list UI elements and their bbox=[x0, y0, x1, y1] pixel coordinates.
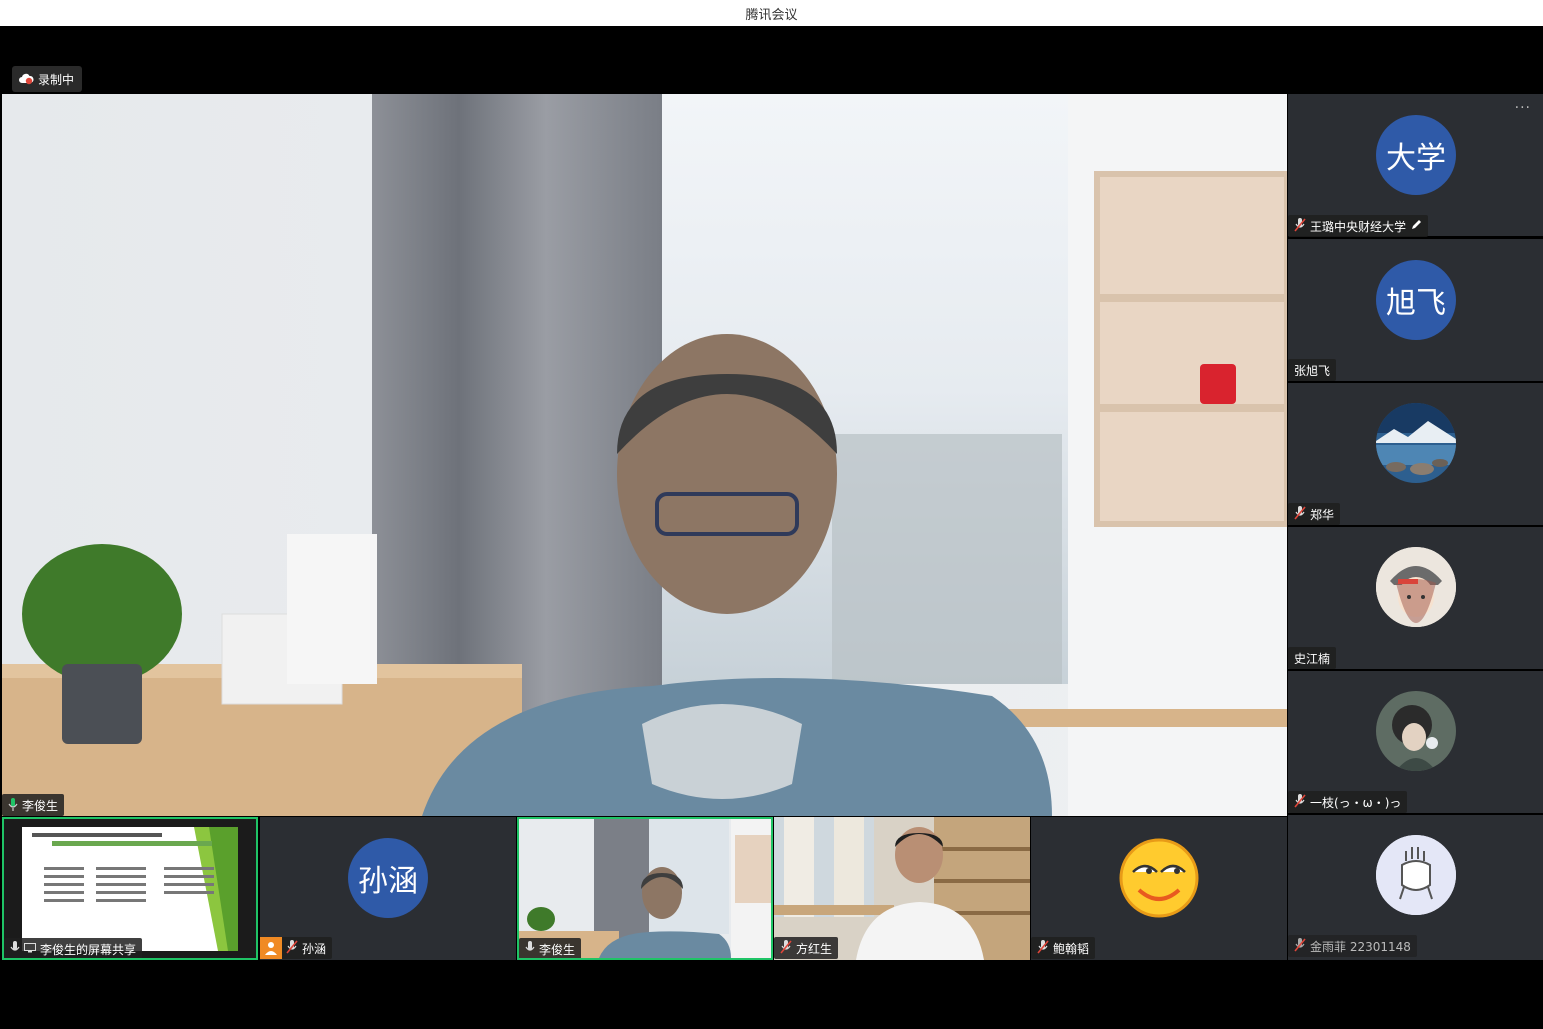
participant-name: 李俊生 bbox=[539, 942, 576, 957]
smirk-emoji-icon bbox=[1119, 838, 1199, 918]
main-speaker-video[interactable]: 李俊生 bbox=[2, 94, 1287, 816]
participant-tile[interactable]: 鲍翰韬 bbox=[1031, 817, 1287, 960]
participant-name: 张旭飞 bbox=[1294, 363, 1331, 378]
recording-badge[interactable]: 录制中 bbox=[12, 66, 83, 92]
mic-muted-icon bbox=[780, 939, 792, 957]
mic-muted-icon bbox=[1294, 217, 1306, 235]
mic-muted-icon bbox=[1294, 505, 1306, 523]
avatar-text: 旭飞 bbox=[1386, 286, 1446, 321]
participant-avatar: 旭飞 bbox=[1376, 260, 1456, 340]
window-title: 腾讯会议 bbox=[745, 8, 798, 23]
speaker-video-frame bbox=[2, 94, 1287, 816]
participant-name: 王璐中央财经大学 bbox=[1310, 219, 1407, 234]
recording-label: 录制中 bbox=[38, 72, 75, 87]
participant-tile[interactable]: 孙涵 孙涵 bbox=[260, 817, 516, 960]
participant-tile[interactable]: 李俊生 bbox=[517, 817, 773, 960]
mic-on-icon bbox=[525, 940, 535, 958]
participant-avatar bbox=[1376, 547, 1456, 627]
participant-name-tag: 郑华 bbox=[1288, 503, 1341, 525]
screen-share-tile[interactable]: 李俊生的屏幕共享 bbox=[2, 817, 258, 960]
participant-tile[interactable]: 旭飞 张旭飞 bbox=[1288, 239, 1543, 381]
participant-name: 郑华 bbox=[1310, 507, 1335, 522]
participant-name: 金雨菲 22301148 bbox=[1310, 939, 1411, 954]
participant-name: 史江楠 bbox=[1294, 651, 1331, 666]
participant-name: 鲍翰韬 bbox=[1053, 941, 1090, 956]
participant-name: 方红生 bbox=[796, 941, 833, 956]
portrait-photo-icon bbox=[1376, 691, 1456, 771]
participant-name-tag: 鲍翰韬 bbox=[1031, 937, 1096, 959]
participant-name-tag: 李俊生 bbox=[519, 938, 582, 958]
screen-share-icon bbox=[24, 942, 36, 956]
avatar-text: 孙涵 bbox=[358, 864, 418, 899]
participant-name: 一枝(っ・ω・)っ bbox=[1310, 795, 1402, 810]
participant-tile[interactable]: 金雨菲 22301148 bbox=[1288, 815, 1543, 960]
mic-muted-icon bbox=[1294, 937, 1306, 955]
participant-tile[interactable]: 大学 王璐中央财经大学 bbox=[1288, 94, 1543, 237]
participant-tile[interactable]: 郑华 bbox=[1288, 383, 1543, 525]
participant-name-tag: 方红生 bbox=[774, 937, 839, 959]
participant-name: 孙涵 bbox=[302, 941, 327, 956]
title-bar: 腾讯会议 bbox=[0, 0, 1543, 26]
host-icon bbox=[260, 937, 282, 959]
participant-avatar: 大学 bbox=[1376, 115, 1456, 195]
participant-tile[interactable]: 史江楠 bbox=[1288, 527, 1543, 669]
cartoon-girl-icon bbox=[1376, 547, 1456, 627]
participant-name-tag: 史江楠 bbox=[1288, 647, 1337, 669]
mic-muted-icon bbox=[1037, 939, 1049, 957]
participant-sidebar: ··· 大学 王璐中央财经大学 旭飞 张旭飞 郑华 史江楠 一枝(っ・ω・)っ … bbox=[1288, 94, 1543, 960]
participant-tile[interactable]: 一枝(っ・ω・)っ bbox=[1288, 671, 1543, 813]
participant-name-tag: 孙涵 bbox=[260, 937, 333, 959]
participant-avatar bbox=[1119, 838, 1199, 918]
mic-muted-icon bbox=[286, 939, 298, 957]
main-speaker-name-tag: 李俊生 bbox=[2, 794, 65, 816]
participant-name-tag: 张旭飞 bbox=[1288, 359, 1337, 381]
avatar-text: 大学 bbox=[1386, 141, 1446, 176]
screen-share-name-tag: 李俊生的屏幕共享 bbox=[4, 938, 143, 958]
participant-avatar bbox=[1376, 691, 1456, 771]
pencil-icon bbox=[1410, 219, 1422, 234]
participant-avatar bbox=[1376, 835, 1456, 915]
participant-name-tag: 王璐中央财经大学 bbox=[1288, 215, 1429, 237]
cloud-record-icon bbox=[18, 73, 34, 85]
bottom-video-strip: 李俊生的屏幕共享 孙涵 孙涵 李俊生 方红生 鲍翰韬 bbox=[2, 817, 1287, 960]
doodle-avatar-icon bbox=[1376, 835, 1456, 915]
mic-on-icon bbox=[10, 940, 20, 958]
participant-name-tag: 金雨菲 22301148 bbox=[1288, 935, 1417, 957]
mic-on-icon bbox=[8, 798, 18, 812]
participant-avatar bbox=[1376, 403, 1456, 483]
participant-name-tag: 一枝(っ・ω・)っ bbox=[1288, 791, 1408, 813]
mic-muted-icon bbox=[1294, 793, 1306, 811]
main-speaker-name: 李俊生 bbox=[22, 798, 59, 813]
participant-tile[interactable]: 方红生 bbox=[774, 817, 1030, 960]
participant-avatar: 孙涵 bbox=[348, 838, 428, 918]
participant-name: 李俊生的屏幕共享 bbox=[40, 942, 137, 957]
lake-photo-icon bbox=[1376, 403, 1456, 483]
more-options-icon[interactable]: ··· bbox=[1515, 100, 1531, 116]
